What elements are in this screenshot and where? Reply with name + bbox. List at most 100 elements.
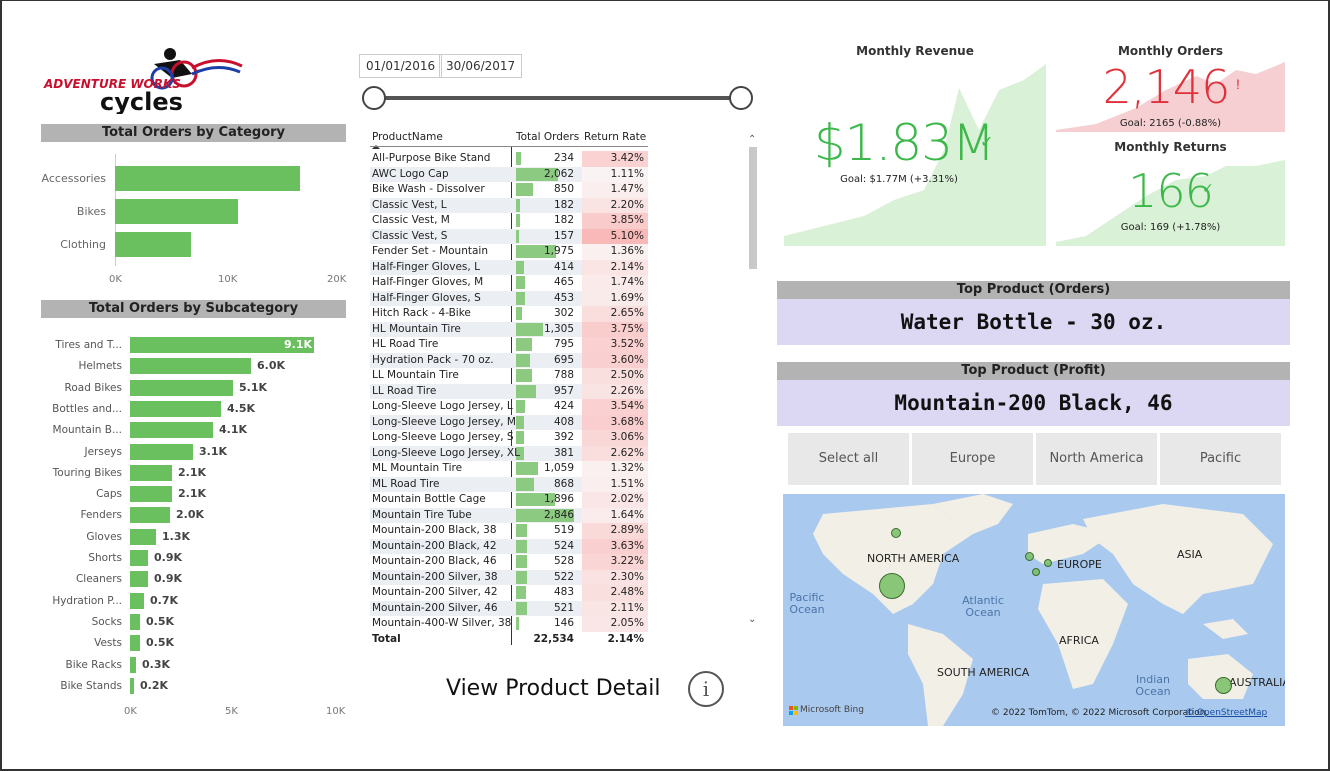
map-bubble-usa[interactable] xyxy=(879,573,905,599)
table-row[interactable]: 2.50% LL Mountain Tire 788 xyxy=(370,368,648,384)
total-label-cell: Total xyxy=(372,632,401,645)
table-row[interactable]: 1.69% Half-Finger Gloves, S 453 xyxy=(370,290,648,306)
map-bubble-canada[interactable] xyxy=(891,528,901,538)
date-range-start-handle[interactable] xyxy=(362,86,386,110)
subcategory-axis-tick: 0K xyxy=(124,706,137,717)
table-row[interactable]: 3.52% HL Road Tire 795 xyxy=(370,337,648,353)
subcategory-bar[interactable] xyxy=(130,613,140,630)
table-row[interactable]: 3.42% All-Purpose Bike Stand 234 xyxy=(370,151,648,167)
total-orders-cell: 157 xyxy=(553,229,574,242)
subcategory-bar[interactable] xyxy=(130,400,221,417)
table-row[interactable]: 3.54% Long-Sleeve Logo Jersey, L 424 xyxy=(370,399,648,415)
table-row[interactable]: 3.22% Mountain-200 Black, 46 528 xyxy=(370,554,648,570)
world-map[interactable]: NORTH AMERICA EUROPE ASIA AFRICA SOUTH A… xyxy=(783,494,1285,726)
table-row[interactable]: 1.32% ML Mountain Tire 1,059 xyxy=(370,461,648,477)
total-orders-cell: 521 xyxy=(553,601,574,614)
total-orders-cell: 483 xyxy=(553,586,574,598)
region-pacific-button[interactable]: Pacific xyxy=(1160,433,1281,485)
subcategory-bar[interactable] xyxy=(130,507,170,524)
table-row[interactable]: 3.85% Classic Vest, M 182 xyxy=(370,213,648,229)
table-row[interactable]: 2.30% Mountain-200 Silver, 38 522 xyxy=(370,569,648,585)
category-bar[interactable] xyxy=(115,166,300,191)
table-row[interactable]: 1.47% Bike Wash - Dissolver 850 xyxy=(370,182,648,198)
table-row[interactable]: 3.75% HL Mountain Tire 1,305 xyxy=(370,321,648,337)
subcategory-bar[interactable] xyxy=(130,677,134,694)
start-date-input[interactable]: 01/01/2016 xyxy=(359,54,443,78)
subcategory-bar[interactable] xyxy=(130,550,148,566)
end-date-input[interactable]: 30/06/2017 xyxy=(439,54,523,78)
subcategory-bar[interactable] xyxy=(130,443,193,460)
bing-attribution: Microsoft Bing xyxy=(800,705,864,715)
orders-data-bar xyxy=(516,555,527,568)
table-row[interactable]: 2.02% Mountain Bottle Cage 1,896 xyxy=(370,492,648,508)
top-product-orders-value: Water Bottle - 30 oz. xyxy=(777,299,1290,345)
category-bar[interactable] xyxy=(115,232,191,257)
table-row[interactable]: 3.63% Mountain-200 Black, 42 524 xyxy=(370,538,648,554)
region-north-america-button[interactable]: North America xyxy=(1036,433,1157,485)
region-europe-button[interactable]: Europe xyxy=(912,433,1033,485)
subcategory-bar[interactable] xyxy=(130,635,140,652)
scroll-down-icon[interactable]: ⌄ xyxy=(748,614,756,625)
date-range-end-handle[interactable] xyxy=(729,86,753,110)
table-row[interactable]: 2.62% Long-Sleeve Logo Jersey, XL 381 xyxy=(370,445,648,461)
table-row[interactable]: 1.74% Half-Finger Gloves, M 465 xyxy=(370,275,648,291)
product-name-cell: HL Mountain Tire xyxy=(372,322,461,335)
subcategory-bar[interactable] xyxy=(130,486,172,503)
view-product-detail-button[interactable]: View Product Detail xyxy=(446,676,661,701)
subcategory-bar[interactable] xyxy=(130,379,233,396)
return-rate-cell: 2.50% xyxy=(582,368,648,384)
product-name-cell: LL Road Tire xyxy=(372,384,437,397)
map-bubble-germany[interactable] xyxy=(1044,559,1052,567)
category-bar[interactable] xyxy=(115,199,238,224)
table-row[interactable]: 2.89% Mountain-200 Black, 38 519 xyxy=(370,523,648,539)
table-row[interactable]: 2.14% Half-Finger Gloves, L 414 xyxy=(370,259,648,275)
subcategory-bar[interactable] xyxy=(130,528,156,545)
table-row[interactable]: 2.26% LL Road Tire 957 xyxy=(370,383,648,399)
col-header-product-name[interactable]: ProductName xyxy=(372,128,443,146)
category-chart-title: Total Orders by Category xyxy=(41,124,346,142)
table-row[interactable]: 2.65% Hitch Rack - 4-Bike 302 xyxy=(370,306,648,322)
region-select-all-button[interactable]: Select all xyxy=(788,433,909,485)
table-row[interactable]: 1.64% Mountain Tire Tube 2,846 xyxy=(370,507,648,523)
subcategory-bar[interactable] xyxy=(130,656,136,673)
table-row[interactable]: 1.36% Fender Set - Mountain 1,975 xyxy=(370,244,648,260)
table-row[interactable]: 1.11% AWC Logo Cap 2,062 xyxy=(370,166,648,182)
info-icon[interactable]: i xyxy=(688,671,724,707)
table-row[interactable]: 2.48% Mountain-200 Silver, 42 483 xyxy=(370,585,648,601)
map-bubble-uk[interactable] xyxy=(1025,552,1034,561)
col-header-return-rate[interactable]: Return Rate xyxy=(584,128,646,146)
return-rate-cell: 2.02% xyxy=(582,492,648,508)
subcategory-label: Touring Bikes xyxy=(52,466,122,479)
category-axis-tick: 10K xyxy=(218,274,238,285)
top-product-orders-title: Top Product (Orders) xyxy=(777,281,1290,299)
table-row[interactable]: 2.11% Mountain-200 Silver, 46 521 xyxy=(370,600,648,616)
table-scroll-thumb[interactable] xyxy=(749,147,757,269)
map-bubble-france[interactable] xyxy=(1032,568,1040,576)
openstreetmap-link[interactable]: © OpenStreetMap xyxy=(1185,708,1267,718)
subcategory-bar[interactable] xyxy=(130,464,172,481)
product-name-cell: Mountain-200 Silver, 38 xyxy=(372,570,498,583)
table-row[interactable]: 1.51% ML Road Tire 868 xyxy=(370,476,648,492)
table-row[interactable]: 2.05% Mountain-400-W Silver, 38 146 xyxy=(370,616,648,632)
map-bubble-australia[interactable] xyxy=(1215,677,1232,694)
orders-data-bar xyxy=(516,353,530,367)
table-row[interactable]: 3.68% Long-Sleeve Logo Jersey, M 408 xyxy=(370,414,648,430)
total-orders-cell: 1,059 xyxy=(543,462,574,474)
table-row[interactable]: 5.10% Classic Vest, S 157 xyxy=(370,228,648,244)
date-range-track[interactable] xyxy=(374,96,742,100)
scroll-up-icon[interactable]: ⌃ xyxy=(748,134,756,145)
subcategory-value-label: 0.2K xyxy=(140,678,169,692)
returns-goal: Goal: 169 (+1.78%) xyxy=(1120,222,1221,233)
subcategory-bar[interactable] xyxy=(130,358,251,375)
subcategory-bar[interactable] xyxy=(130,422,213,439)
table-row[interactable]: 2.20% Classic Vest, L 182 xyxy=(370,197,648,213)
subcategory-bar[interactable] xyxy=(130,592,144,609)
orders-goal: Goal: 2165 (-0.88%) xyxy=(1119,118,1222,129)
total-orders-cell: 182 xyxy=(553,214,574,226)
subcategory-bar[interactable] xyxy=(130,571,148,588)
subcategory-label: Helmets xyxy=(78,360,122,373)
table-row[interactable]: 3.60% Hydration Pack - 70 oz. 695 xyxy=(370,352,648,368)
col-header-total-orders[interactable]: Total Orders xyxy=(516,128,579,146)
table-row[interactable]: 3.06% Long-Sleeve Logo Jersey, S 392 xyxy=(370,430,648,446)
map-landmasses xyxy=(813,494,1273,726)
